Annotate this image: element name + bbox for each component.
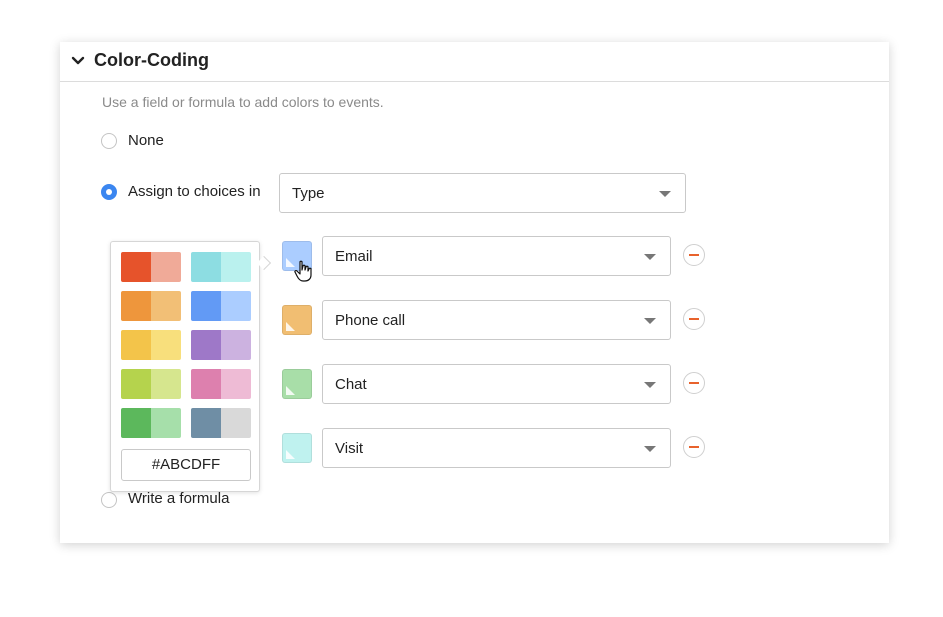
palette-swatch[interactable] — [221, 369, 251, 399]
choice-select[interactable]: Chat — [322, 364, 671, 404]
remove-choice-button[interactable] — [683, 372, 705, 394]
choice-select-value: Email — [335, 248, 373, 265]
choice-color-swatch[interactable] — [282, 433, 312, 463]
radio-formula-label: Write a formula — [128, 490, 230, 507]
section-description: Use a field or formula to add colors to … — [102, 94, 384, 110]
choice-color-swatch[interactable] — [282, 369, 312, 399]
remove-choice-button[interactable] — [683, 436, 705, 458]
chevron-down-icon[interactable] — [70, 53, 86, 69]
color-picker-popover: #ABCDFF — [110, 241, 260, 492]
palette-color-option[interactable] — [121, 408, 181, 438]
caret-down-icon — [644, 382, 656, 388]
field-select[interactable]: Type — [279, 173, 686, 213]
choice-select-value: Visit — [335, 440, 364, 457]
caret-down-icon — [644, 318, 656, 324]
section-header[interactable]: Color-Coding — [60, 42, 889, 82]
palette-color-option[interactable] — [191, 408, 251, 438]
palette-swatch[interactable] — [151, 330, 181, 360]
radio-assign-label: Assign to choices in — [128, 183, 261, 200]
caret-down-icon — [644, 254, 656, 260]
palette-swatch[interactable] — [121, 369, 151, 399]
choice-select-value: Phone call — [335, 312, 406, 329]
palette-swatch[interactable] — [121, 291, 151, 321]
radio-formula[interactable] — [101, 492, 117, 508]
palette-color-option[interactable] — [121, 252, 181, 282]
section-title: Color-Coding — [94, 50, 209, 70]
choice-color-swatch[interactable] — [282, 305, 312, 335]
remove-choice-button[interactable] — [683, 308, 705, 330]
radio-none[interactable] — [101, 133, 117, 149]
hex-color-input[interactable]: #ABCDFF — [121, 449, 251, 481]
field-select-value: Type — [292, 185, 325, 202]
color-coding-panel: Color-Coding Use a field or formula to a… — [60, 42, 889, 543]
palette-swatch[interactable] — [191, 369, 221, 399]
palette-swatch[interactable] — [221, 291, 251, 321]
palette-swatch[interactable] — [151, 408, 181, 438]
palette-swatch[interactable] — [221, 330, 251, 360]
palette-color-option[interactable] — [191, 369, 251, 399]
palette-swatch[interactable] — [191, 408, 221, 438]
palette-swatch[interactable] — [191, 291, 221, 321]
palette-color-option[interactable] — [191, 330, 251, 360]
palette-swatch[interactable] — [121, 330, 151, 360]
palette-swatch[interactable] — [191, 330, 221, 360]
palette-color-option[interactable] — [121, 291, 181, 321]
hand-cursor-icon — [294, 260, 312, 282]
radio-assign-choices[interactable] — [101, 184, 117, 200]
palette-swatch[interactable] — [151, 291, 181, 321]
palette-swatch[interactable] — [121, 252, 151, 282]
palette-swatch[interactable] — [221, 408, 251, 438]
choice-select[interactable]: Visit — [322, 428, 671, 468]
palette-color-option[interactable] — [121, 330, 181, 360]
palette-swatch[interactable] — [191, 252, 221, 282]
palette-color-option[interactable] — [191, 252, 251, 282]
palette-swatch[interactable] — [121, 408, 151, 438]
choice-select[interactable]: Email — [322, 236, 671, 276]
caret-down-icon — [644, 446, 656, 452]
remove-choice-button[interactable] — [683, 244, 705, 266]
caret-down-icon — [659, 191, 671, 197]
palette-swatch[interactable] — [151, 252, 181, 282]
palette-color-option[interactable] — [121, 369, 181, 399]
choice-select-value: Chat — [335, 376, 367, 393]
radio-none-label: None — [128, 132, 164, 149]
choice-select[interactable]: Phone call — [322, 300, 671, 340]
palette-swatch[interactable] — [221, 252, 251, 282]
palette-swatch[interactable] — [151, 369, 181, 399]
palette-color-option[interactable] — [191, 291, 251, 321]
